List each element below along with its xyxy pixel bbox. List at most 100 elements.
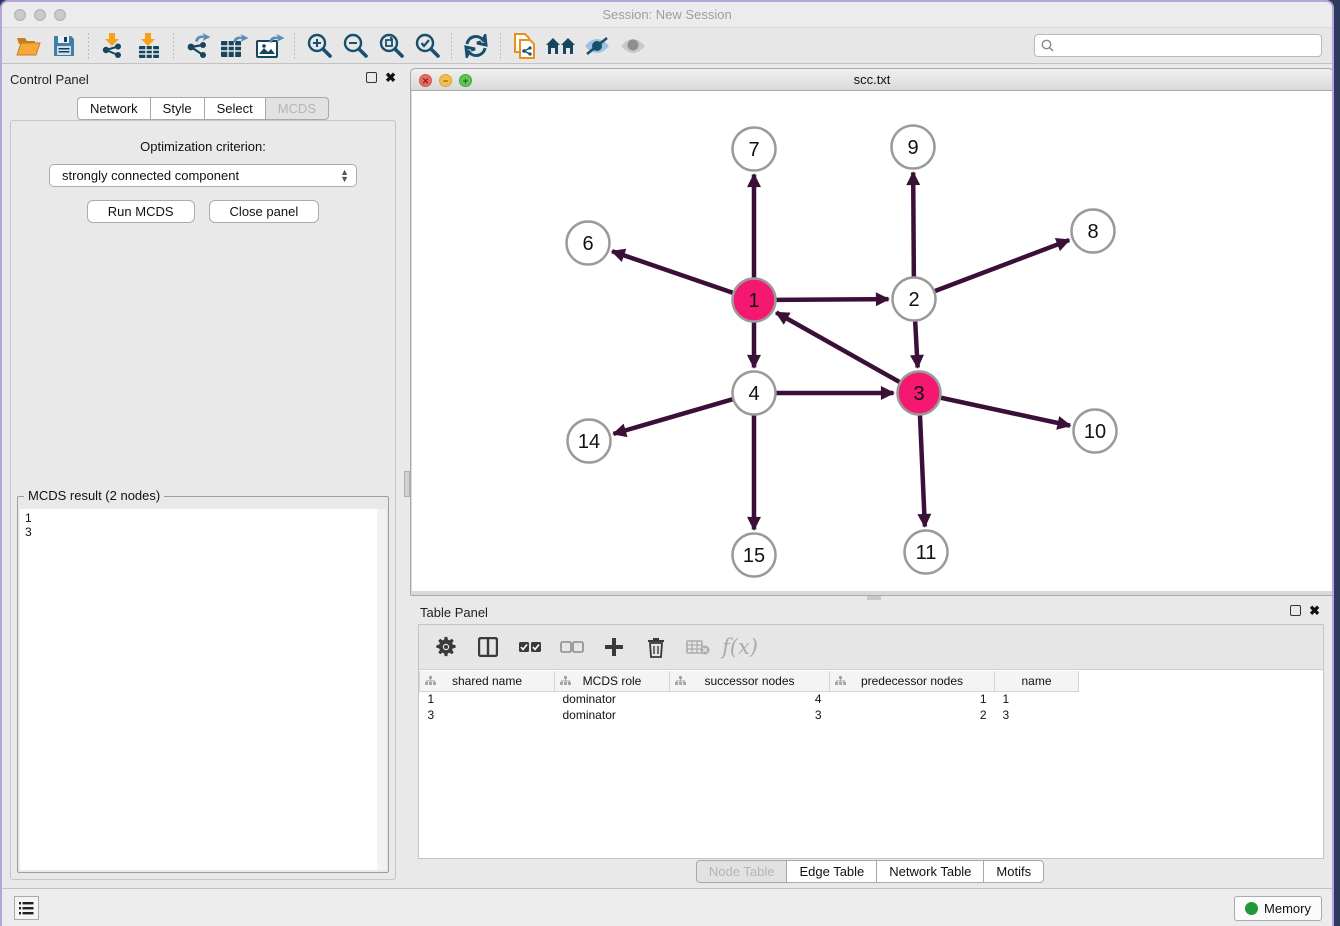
- result-scrollbar[interactable]: [377, 509, 386, 870]
- control-panel-float-icon[interactable]: [366, 72, 377, 83]
- memory-status-dot: [1245, 902, 1258, 915]
- graph-edge-1-2[interactable]: [776, 299, 888, 300]
- show-all-button[interactable]: [615, 31, 651, 61]
- desktop-background: [1334, 0, 1340, 926]
- zoom-selected-button[interactable]: [409, 31, 445, 61]
- column-header-name[interactable]: name: [995, 671, 1079, 691]
- table-panel: Table Panel ✖: [410, 597, 1330, 888]
- fit-content-icon: [378, 33, 404, 59]
- save-session-button[interactable]: [46, 31, 82, 61]
- network-window-titlebar: ✕ − + scc.txt: [411, 69, 1333, 91]
- graph-node-4[interactable]: 4: [733, 372, 776, 415]
- save-icon: [53, 35, 75, 57]
- graph-node-9[interactable]: 9: [892, 126, 935, 169]
- import-table-button[interactable]: [131, 31, 167, 61]
- toolbar-separator: [294, 33, 295, 59]
- graph-edge-4-14[interactable]: [613, 399, 732, 434]
- eye-slash-icon: [583, 36, 611, 56]
- column-header-predecessor-nodes[interactable]: predecessor nodes: [830, 671, 995, 691]
- close-panel-button[interactable]: Close panel: [209, 200, 320, 223]
- graph-node-2[interactable]: 2: [893, 278, 936, 321]
- table-row[interactable]: 1dominator411: [420, 691, 1095, 707]
- table-cell[interactable]: 1: [995, 691, 1079, 707]
- graph-node-6[interactable]: 6: [567, 222, 610, 265]
- tab-edge-table[interactable]: Edge Table: [786, 860, 876, 883]
- search-input[interactable]: [1059, 39, 1315, 53]
- graph-edge-3-10[interactable]: [941, 398, 1070, 426]
- control-panel-close-icon[interactable]: ✖: [385, 72, 396, 83]
- table-row[interactable]: 3dominator323: [420, 707, 1095, 723]
- table-panel-float-icon[interactable]: [1290, 605, 1301, 616]
- table-cell[interactable]: 3: [995, 707, 1079, 723]
- toggle-panes-button[interactable]: [473, 633, 503, 661]
- column-header-shared-name[interactable]: shared name: [420, 671, 555, 691]
- graph-edge-2-3[interactable]: [915, 321, 917, 367]
- delete-column-button[interactable]: [641, 633, 671, 661]
- zoom-out-button[interactable]: [337, 31, 373, 61]
- graph-node-7[interactable]: 7: [733, 128, 776, 171]
- task-history-button[interactable]: [14, 896, 39, 920]
- run-mcds-button[interactable]: Run MCDS: [87, 200, 195, 223]
- svg-text:7: 7: [748, 139, 759, 161]
- table-cell[interactable]: dominator: [555, 691, 670, 707]
- table-cell[interactable]: 1: [420, 691, 555, 707]
- hide-selected-button[interactable]: [579, 31, 615, 61]
- create-column-button[interactable]: [599, 633, 629, 661]
- graph-edge-3-1[interactable]: [776, 313, 899, 382]
- graph-node-10[interactable]: 10: [1074, 410, 1117, 453]
- tab-network[interactable]: Network: [77, 97, 150, 120]
- criterion-dropdown[interactable]: strongly connected component ▲▼: [49, 164, 357, 187]
- table-cell[interactable]: dominator: [555, 707, 670, 723]
- graph-edge-3-11[interactable]: [920, 415, 925, 526]
- table-settings-button[interactable]: [431, 633, 461, 661]
- network-canvas[interactable]: 7 9 6 8 1 2 4 3 14 10 15 11: [412, 91, 1332, 591]
- graph-node-1[interactable]: 1: [733, 279, 776, 322]
- column-header-mcds-role[interactable]: MCDS role: [555, 671, 670, 691]
- graph-node-3[interactable]: 3: [898, 372, 941, 415]
- graph-edge-2-8[interactable]: [935, 240, 1069, 291]
- tab-style[interactable]: Style: [150, 97, 204, 120]
- graph-node-15[interactable]: 15: [733, 534, 776, 577]
- refresh-view-button[interactable]: [458, 31, 494, 61]
- graph-node-8[interactable]: 8: [1072, 210, 1115, 253]
- tab-network-table[interactable]: Network Table: [876, 860, 983, 883]
- clone-network-button[interactable]: [507, 31, 543, 61]
- mcds-result-list[interactable]: 1 3: [20, 509, 386, 870]
- export-image-button[interactable]: [252, 31, 288, 61]
- tab-motifs[interactable]: Motifs: [983, 860, 1044, 883]
- table-cell[interactable]: 2: [830, 707, 995, 723]
- import-network-button[interactable]: [95, 31, 131, 61]
- delete-table-button[interactable]: [683, 633, 713, 661]
- panel-splitter-grip[interactable]: [404, 471, 410, 497]
- select-all-button[interactable]: [515, 633, 545, 661]
- graph-node-14[interactable]: 14: [568, 420, 611, 463]
- table-cell[interactable]: 3: [670, 707, 830, 723]
- table-panel-box: f(x) shared name MCDS role successor nod…: [418, 624, 1324, 859]
- first-neighbors-button[interactable]: [543, 31, 579, 61]
- memory-button[interactable]: Memory: [1234, 896, 1322, 921]
- zoom-selected-icon: [414, 33, 440, 59]
- deselect-all-button[interactable]: [557, 633, 587, 661]
- table-cell[interactable]: 3: [420, 707, 555, 723]
- table-cell[interactable]: 1: [830, 691, 995, 707]
- function-builder-button[interactable]: f(x): [725, 633, 755, 661]
- fit-content-button[interactable]: [373, 31, 409, 61]
- column-header-successor-nodes[interactable]: successor nodes: [670, 671, 830, 691]
- open-file-button[interactable]: [10, 31, 46, 61]
- tab-node-table[interactable]: Node Table: [696, 860, 787, 883]
- export-network-button[interactable]: [180, 31, 216, 61]
- toolbar-separator: [500, 33, 501, 59]
- table-panel-close-icon[interactable]: ✖: [1309, 605, 1320, 616]
- tab-mcds[interactable]: MCDS: [265, 97, 329, 120]
- graph-edge-2-9[interactable]: [913, 172, 914, 276]
- search-field[interactable]: [1034, 34, 1322, 57]
- graph-edge-1-6[interactable]: [612, 251, 733, 292]
- table-cell[interactable]: 4: [670, 691, 830, 707]
- toolbar-separator: [173, 33, 174, 59]
- tab-select[interactable]: Select: [204, 97, 265, 120]
- checked-boxes-icon: [518, 641, 542, 653]
- search-icon: [1041, 39, 1054, 52]
- export-table-button[interactable]: [216, 31, 252, 61]
- graph-node-11[interactable]: 11: [905, 531, 948, 574]
- zoom-in-button[interactable]: [301, 31, 337, 61]
